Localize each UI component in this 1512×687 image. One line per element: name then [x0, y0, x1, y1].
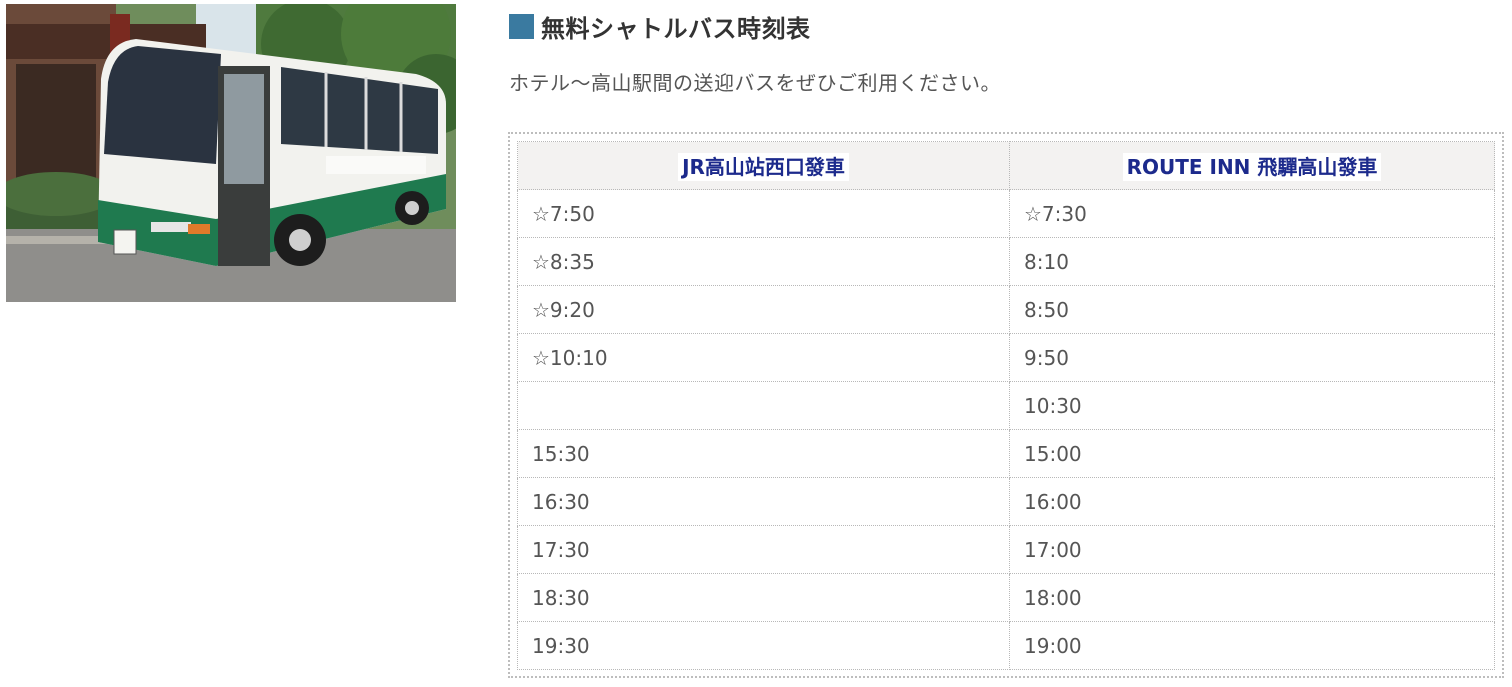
departure-time-hotel: 15:00: [1009, 429, 1495, 478]
table-header-row: JR高山站西口發車 ROUTE INN 飛驒高山發車: [517, 141, 1495, 190]
departure-time-hotel: 18:00: [1009, 573, 1495, 622]
table-row: ☆7:50 ☆7:30: [517, 189, 1495, 238]
table-row: 19:30 19:00: [517, 621, 1495, 670]
column-header-jr-station: JR高山站西口發車: [517, 141, 1010, 190]
table-row: 10:30: [517, 381, 1495, 430]
departure-time-jr: ☆8:35: [517, 237, 1010, 286]
table-row: ☆8:35 8:10: [517, 237, 1495, 286]
departure-time-jr: 15:30: [517, 429, 1010, 478]
departure-time-hotel: 10:30: [1009, 381, 1495, 430]
table-row: 18:30 18:00: [517, 573, 1495, 622]
departure-time-hotel: 8:50: [1009, 285, 1495, 334]
departure-time-jr: [517, 381, 1010, 430]
timetable-container: JR高山站西口發車 ROUTE INN 飛驒高山發車 ☆7:50 ☆7:30 ☆…: [508, 132, 1504, 678]
table-row: 17:30 17:00: [517, 525, 1495, 574]
section-heading: 無料シャトルバス時刻表: [509, 10, 811, 43]
page: 無料シャトルバス時刻表 ホテル～高山駅間の送迎バスをぜひご利用ください。 JR高…: [0, 0, 1512, 687]
departure-time-jr: ☆7:50: [517, 189, 1010, 238]
table-row: ☆9:20 8:50: [517, 285, 1495, 334]
departure-time-hotel: ☆7:30: [1009, 189, 1495, 238]
departure-time-jr: 16:30: [517, 477, 1010, 526]
departure-time-hotel: 9:50: [1009, 333, 1495, 382]
table-row: 16:30 16:00: [517, 477, 1495, 526]
bus-illustration: [6, 4, 456, 302]
bus-photo: [6, 4, 456, 302]
departure-time-jr: 19:30: [517, 621, 1010, 670]
departure-time-jr: 18:30: [517, 573, 1010, 622]
table-row: ☆10:10 9:50: [517, 333, 1495, 382]
departure-time-jr: ☆10:10: [517, 333, 1010, 382]
column-header-label: ROUTE INN 飛驒高山發車: [1122, 153, 1382, 181]
departure-time-hotel: 19:00: [1009, 621, 1495, 670]
column-header-label: JR高山站西口發車: [678, 153, 849, 181]
intro-text: ホテル～高山駅間の送迎バスをぜひご利用ください。: [509, 71, 1001, 95]
departure-time-hotel: 8:10: [1009, 237, 1495, 286]
departure-time-hotel: 17:00: [1009, 525, 1495, 574]
column-header-hotel: ROUTE INN 飛驒高山發車: [1009, 141, 1495, 190]
departure-time-hotel: 16:00: [1009, 477, 1495, 526]
heading-marker-square: [509, 13, 534, 39]
departure-time-jr: ☆9:20: [517, 285, 1010, 334]
page-title: 無料シャトルバス時刻表: [541, 14, 811, 43]
shuttle-timetable: JR高山站西口發車 ROUTE INN 飛驒高山發車 ☆7:50 ☆7:30 ☆…: [517, 141, 1495, 670]
departure-time-jr: 17:30: [517, 525, 1010, 574]
table-row: 15:30 15:00: [517, 429, 1495, 478]
